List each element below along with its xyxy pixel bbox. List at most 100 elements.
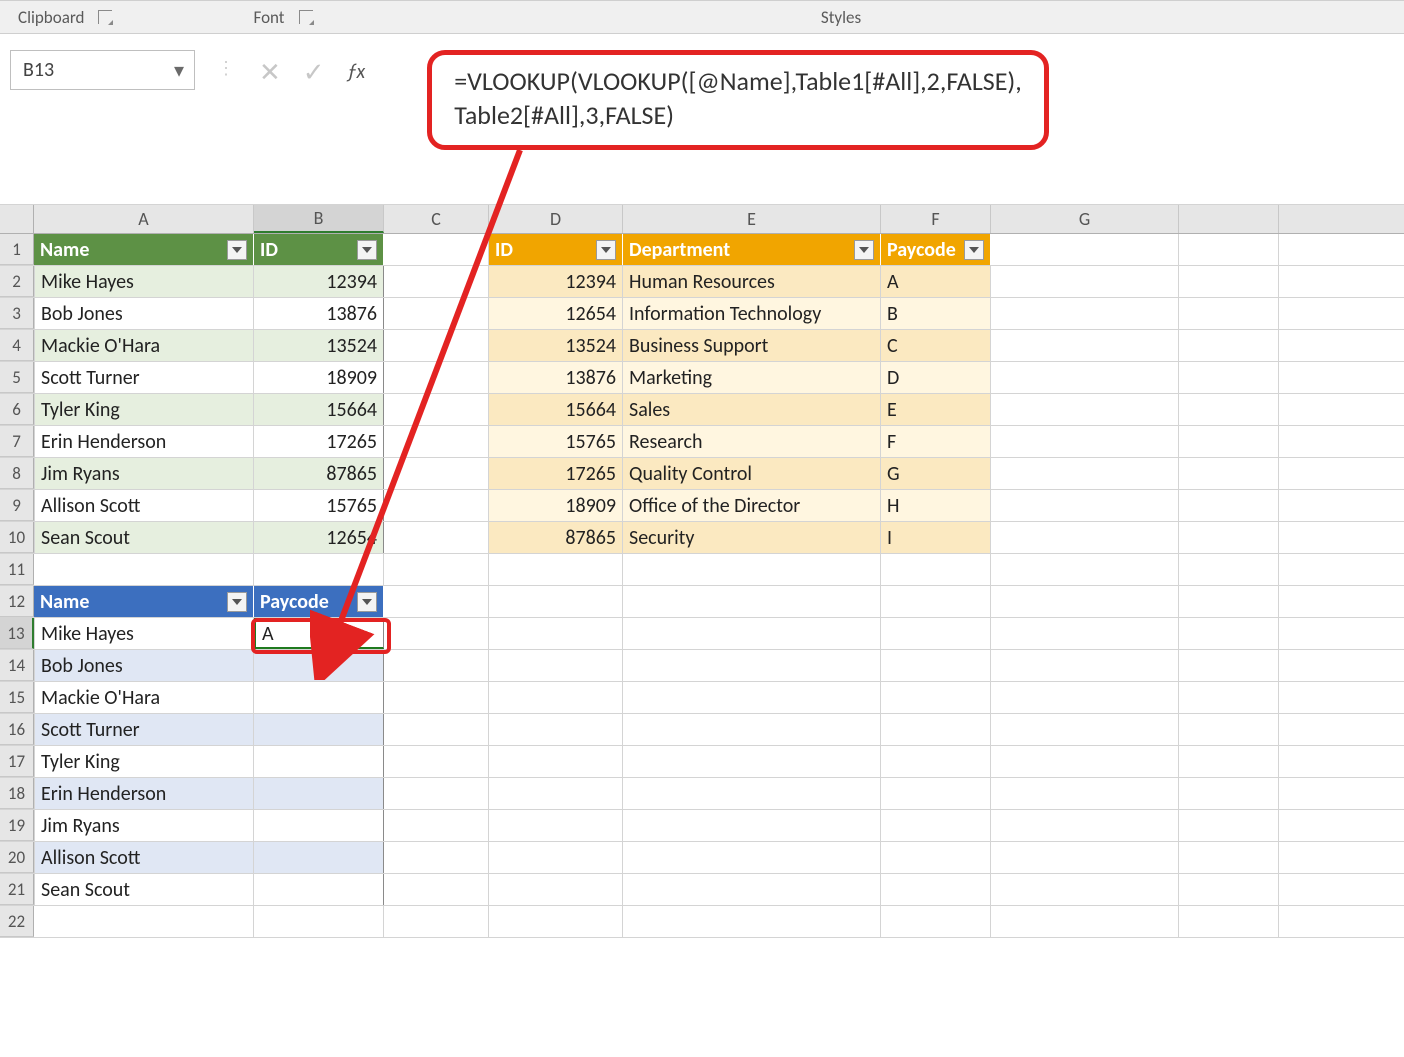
cell[interactable] [991,490,1179,521]
table3-cell-name[interactable]: Bob Jones [34,650,254,681]
cell[interactable] [1179,650,1279,681]
cell[interactable] [384,426,489,457]
cell[interactable] [1179,522,1279,553]
cell[interactable] [881,842,991,873]
col-header-A[interactable]: A [34,205,254,233]
table2-cell-paycode[interactable]: C [881,330,991,361]
table3-cell-name[interactable]: Scott Turner [34,714,254,745]
cell[interactable] [254,906,384,937]
select-all-corner[interactable] [0,205,34,233]
row-header[interactable]: 4 [0,330,34,361]
cancel-icon[interactable]: ✕ [259,56,281,88]
cell[interactable] [881,554,991,585]
table3-cell-paycode[interactable] [254,874,384,905]
table2-header-paycode[interactable]: Paycode [881,234,991,265]
cell[interactable] [991,426,1179,457]
cell[interactable] [623,906,881,937]
cell[interactable] [991,810,1179,841]
cell[interactable] [1179,426,1279,457]
cell[interactable] [991,778,1179,809]
cell[interactable] [623,778,881,809]
table1-cell-id[interactable]: 15664 [254,394,384,425]
cell[interactable] [489,906,623,937]
cell[interactable] [384,682,489,713]
table1-cell-name[interactable]: Tyler King [34,394,254,425]
row-header[interactable]: 20 [0,842,34,873]
table1-header-id[interactable]: ID [254,234,384,265]
col-header-F[interactable]: F [881,205,991,233]
table2-cell-paycode[interactable]: F [881,426,991,457]
table1-cell-id[interactable]: 18909 [254,362,384,393]
cell[interactable] [1179,682,1279,713]
cell[interactable] [384,490,489,521]
cell[interactable] [991,330,1179,361]
cell[interactable] [881,906,991,937]
cell[interactable] [991,522,1179,553]
table2-cell-dept[interactable]: Marketing [623,362,881,393]
table2-cell-paycode[interactable]: A [881,266,991,297]
cell[interactable] [384,586,489,617]
cell[interactable] [1179,874,1279,905]
table1-cell-name[interactable]: Sean Scout [34,522,254,553]
cell[interactable] [991,362,1179,393]
table2-cell-paycode[interactable]: E [881,394,991,425]
filter-icon[interactable] [596,240,616,260]
cell[interactable] [1179,490,1279,521]
cell[interactable] [384,778,489,809]
cell[interactable] [489,778,623,809]
cell[interactable] [384,266,489,297]
cell[interactable] [623,746,881,777]
cell[interactable] [1179,266,1279,297]
cell[interactable] [384,650,489,681]
row-header[interactable]: 5 [0,362,34,393]
cell[interactable] [34,554,254,585]
cell[interactable] [623,586,881,617]
table2-cell-id[interactable]: 15664 [489,394,623,425]
table2-cell-id[interactable]: 13524 [489,330,623,361]
table3-cell-name[interactable]: Jim Ryans [34,810,254,841]
table2-cell-dept[interactable]: Business Support [623,330,881,361]
dialog-launcher-icon[interactable] [299,10,313,24]
cell[interactable] [881,778,991,809]
cell[interactable] [623,842,881,873]
cell[interactable] [623,874,881,905]
cell[interactable] [1179,810,1279,841]
cell[interactable] [384,874,489,905]
row-header[interactable]: 19 [0,810,34,841]
cell[interactable] [881,650,991,681]
cell[interactable] [991,554,1179,585]
cell[interactable] [384,746,489,777]
cell[interactable] [991,298,1179,329]
cell[interactable] [384,554,489,585]
table2-cell-paycode[interactable]: G [881,458,991,489]
cell[interactable] [881,586,991,617]
cell[interactable] [489,874,623,905]
cell[interactable] [384,810,489,841]
table1-cell-id[interactable]: 17265 [254,426,384,457]
table3-cell-name[interactable]: Allison Scott [34,842,254,873]
cell[interactable] [881,714,991,745]
formula-text-line2[interactable]: Table2[#All],3,FALSE) [454,99,1022,133]
row-header[interactable]: 6 [0,394,34,425]
table3-cell-name[interactable]: Sean Scout [34,874,254,905]
table3-cell-paycode[interactable]: A [254,618,384,649]
cell[interactable] [489,714,623,745]
cell[interactable] [1179,746,1279,777]
table1-cell-name[interactable]: Mackie O'Hara [34,330,254,361]
table3-cell-paycode[interactable] [254,746,384,777]
cell[interactable] [881,618,991,649]
table3-cell-paycode[interactable] [254,842,384,873]
cell[interactable] [254,554,384,585]
cell[interactable] [991,586,1179,617]
enter-icon[interactable]: ✓ [303,56,325,88]
row-header[interactable]: 1 [0,234,34,265]
cell[interactable] [1179,234,1279,265]
col-header-E[interactable]: E [623,205,881,233]
table1-cell-name[interactable]: Allison Scott [34,490,254,521]
table2-cell-dept[interactable]: Research [623,426,881,457]
table3-cell-paycode[interactable] [254,714,384,745]
cell[interactable] [623,554,881,585]
cell[interactable] [991,394,1179,425]
cell[interactable] [384,458,489,489]
cell[interactable] [384,330,489,361]
